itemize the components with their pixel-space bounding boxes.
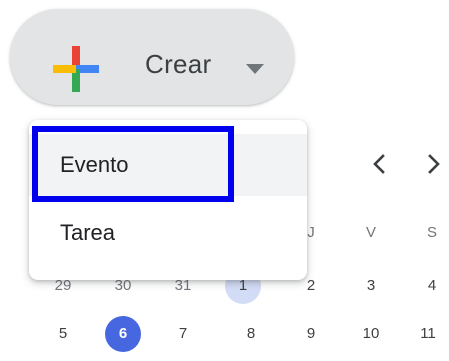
chevron-right-icon[interactable] [422,150,446,178]
day-cell[interactable]: 9 [293,316,329,352]
weekday-header-friday: V [365,224,376,241]
menu-item-event-label: Evento [60,152,129,177]
day-cell[interactable]: 5 [45,316,81,352]
day-cell[interactable]: 7 [165,316,201,352]
day-cell-today[interactable]: 6 [105,316,141,352]
day-cell[interactable]: 11 [410,316,446,352]
menu-item-event[interactable]: Evento [29,134,307,196]
day-cell[interactable]: 4 [414,268,449,304]
caret-down-icon [246,64,264,74]
day-cell[interactable]: 8 [233,316,269,352]
calendar-sidebar-region: Crear J V S 29 30 31 1 2 3 4 5 6 7 8 9 1… [0,0,449,361]
day-cell[interactable]: 3 [353,268,389,304]
create-menu-popup: Evento Tarea [29,120,307,280]
menu-item-task-label: Tarea [60,220,116,245]
chevron-left-icon[interactable] [367,150,391,178]
create-button-label: Crear [145,49,212,79]
create-button[interactable]: Crear [10,9,294,105]
menu-item-task[interactable]: Tarea [29,202,307,264]
weekday-header-saturday: S [426,224,437,241]
google-plus-icon [53,46,99,92]
day-cell[interactable]: 10 [353,316,389,352]
